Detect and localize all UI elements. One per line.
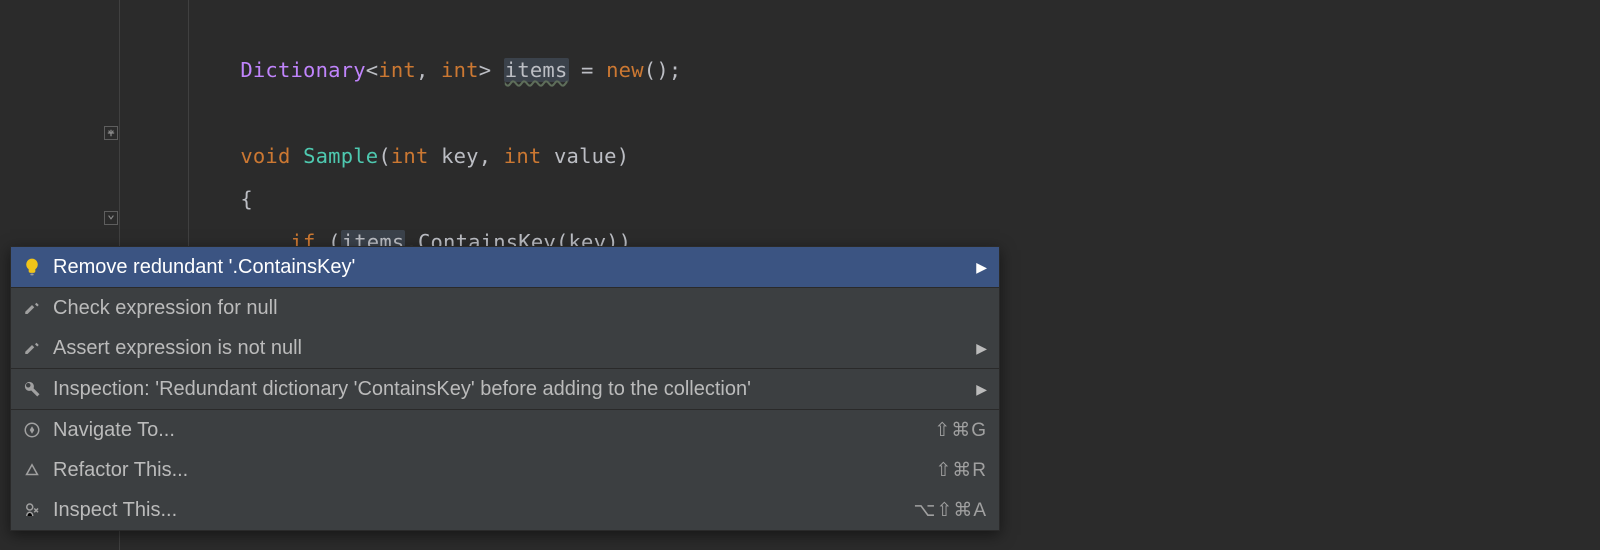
space bbox=[541, 144, 554, 168]
punctuation: (); bbox=[644, 58, 682, 82]
menu-label: Remove redundant '.ContainsKey' bbox=[53, 256, 355, 279]
submenu-arrow-icon: ▶ bbox=[976, 340, 987, 357]
keyboard-shortcut: ⇧⌘G bbox=[934, 419, 987, 442]
menu-label: Navigate To... bbox=[53, 419, 175, 442]
menu-label: Refactor This... bbox=[53, 459, 188, 482]
space bbox=[429, 144, 442, 168]
pyramid-icon bbox=[21, 459, 43, 481]
parameter: value bbox=[554, 144, 617, 168]
hammer-icon bbox=[21, 337, 43, 359]
hammer-icon bbox=[21, 297, 43, 319]
fold-marker-icon[interactable] bbox=[104, 211, 118, 225]
keyboard-shortcut: ⌥⇧⌘A bbox=[914, 499, 988, 522]
punctuation: , bbox=[479, 144, 504, 168]
menu-item-inspection[interactable]: Inspection: 'Redundant dictionary 'Conta… bbox=[11, 369, 999, 409]
function-name: Sample bbox=[303, 144, 378, 168]
punctuation: = bbox=[569, 58, 607, 82]
fold-marker-icon[interactable] bbox=[104, 126, 118, 140]
punctuation: < bbox=[366, 58, 379, 82]
indent bbox=[190, 58, 240, 82]
menu-item-assert-not-null[interactable]: Assert expression is not null ▶ bbox=[11, 328, 999, 368]
compass-icon bbox=[21, 419, 43, 441]
punctuation: > bbox=[479, 58, 504, 82]
type-keyword: Dictionary bbox=[240, 58, 365, 82]
quick-fix-menu[interactable]: Remove redundant '.ContainsKey' ▶ Check … bbox=[10, 246, 1000, 531]
menu-label: Inspection: 'Redundant dictionary 'Conta… bbox=[53, 378, 751, 401]
type-keyword: int bbox=[391, 144, 429, 168]
type-keyword: int bbox=[504, 144, 542, 168]
punctuation: ( bbox=[378, 144, 391, 168]
keyword: new bbox=[606, 58, 644, 82]
menu-item-check-null[interactable]: Check expression for null bbox=[11, 288, 999, 328]
punctuation: , bbox=[416, 58, 441, 82]
variable-highlighted: items bbox=[504, 58, 569, 82]
code-line: Dictionary<int, int> items = new(); bbox=[140, 34, 681, 106]
menu-item-navigate-to[interactable]: Navigate To... ⇧⌘G bbox=[11, 410, 999, 450]
parameter: key bbox=[441, 144, 479, 168]
menu-item-refactor-this[interactable]: Refactor This... ⇧⌘R bbox=[11, 450, 999, 490]
menu-label: Check expression for null bbox=[53, 297, 278, 320]
submenu-arrow-icon: ▶ bbox=[976, 381, 987, 398]
lightbulb-icon bbox=[21, 256, 43, 278]
space bbox=[291, 144, 304, 168]
menu-item-remove-redundant[interactable]: Remove redundant '.ContainsKey' ▶ bbox=[11, 247, 999, 287]
menu-label: Inspect This... bbox=[53, 499, 177, 522]
menu-item-inspect-this[interactable]: Inspect This... ⌥⇧⌘A bbox=[11, 490, 999, 530]
punctuation: ) bbox=[617, 144, 630, 168]
type-keyword: int bbox=[441, 58, 479, 82]
inspect-icon bbox=[21, 499, 43, 521]
wrench-icon bbox=[21, 378, 43, 400]
menu-label: Assert expression is not null bbox=[53, 337, 302, 360]
keyboard-shortcut: ⇧⌘R bbox=[935, 459, 987, 482]
submenu-arrow-icon: ▶ bbox=[976, 259, 987, 276]
type-keyword: int bbox=[378, 58, 416, 82]
